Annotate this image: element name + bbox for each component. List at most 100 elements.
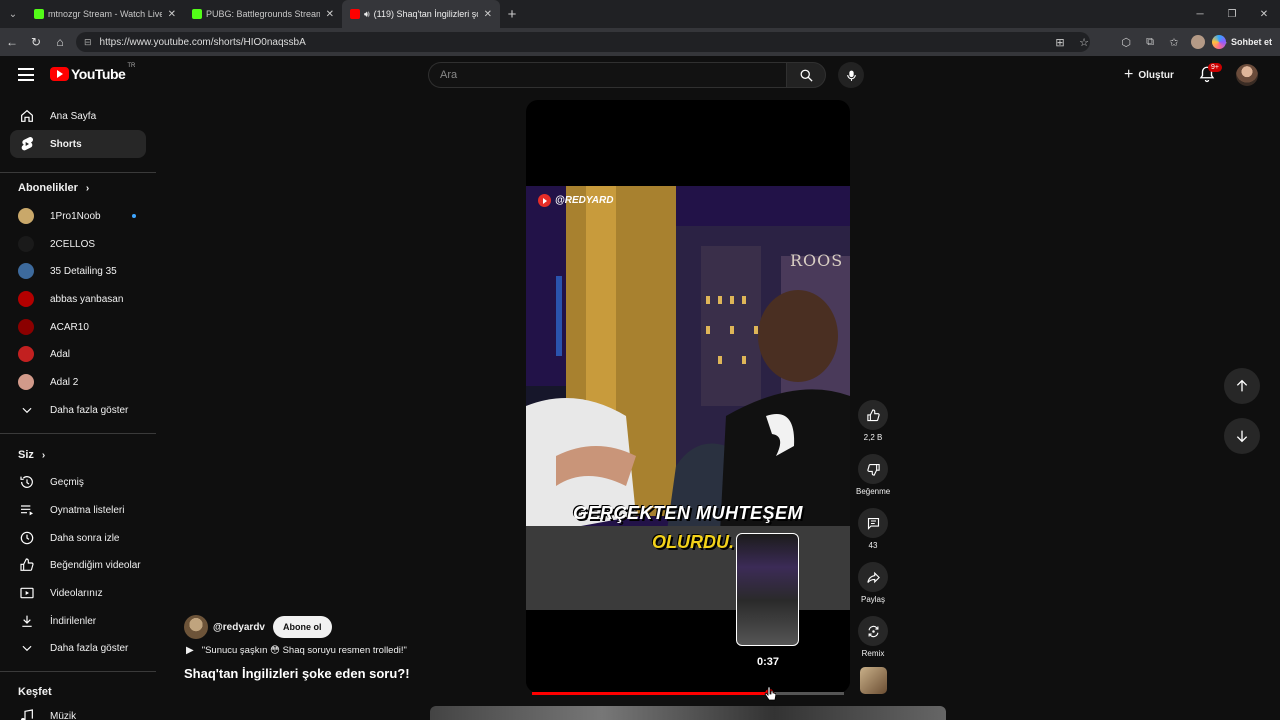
sidebar-channel-2cellos[interactable]: 2CELLOS — [10, 230, 146, 258]
dislike-label: Beğenme — [856, 487, 891, 496]
close-tab-icon[interactable]: ✕ — [326, 9, 334, 20]
audio-source-thumbnail[interactable] — [860, 667, 887, 694]
close-tab-icon[interactable]: ✕ — [168, 9, 176, 20]
new-tab-button[interactable]: + — [500, 6, 524, 23]
tab-list-icon[interactable]: ⌄ — [0, 0, 26, 28]
next-short-button[interactable] — [1224, 418, 1260, 454]
favorite-star-icon[interactable]: ☆ — [1072, 32, 1096, 52]
dislike-circle[interactable] — [858, 454, 888, 484]
sidebar-item-watch-later[interactable]: Daha sonra izle — [10, 524, 146, 552]
progress-bar[interactable] — [532, 689, 844, 698]
subscriptions-heading[interactable]: Abonelikler › — [18, 182, 89, 194]
search-input[interactable]: Ara — [428, 62, 786, 88]
home-browser-icon[interactable]: ⌂ — [48, 28, 72, 56]
sidebar-item-label: Shorts — [50, 138, 82, 150]
browser-tab-pubg[interactable]: PUBG: Battlegrounds Streaming ✕ — [184, 0, 342, 28]
channel-handle[interactable]: @redyardv — [213, 622, 265, 633]
url-text: https://www.youtube.com/shorts/HIO0naqss… — [99, 36, 306, 48]
previous-short-button[interactable] — [1224, 368, 1260, 404]
tab-title: (119) Shaq'tan İngilizleri şoke — [373, 9, 478, 19]
channel-avatar[interactable] — [184, 615, 208, 639]
audio-track-row[interactable]: ▶ "Sunucu şaşkın 😳 Shaq soruyu resmen tr… — [186, 645, 407, 656]
chevron-right-icon: › — [85, 182, 90, 194]
youtube-header: YouTube TR Ara + Oluştur 9+ — [0, 56, 1280, 96]
copilot-button[interactable]: Sohbet et — [1211, 32, 1272, 52]
account-avatar[interactable] — [1236, 64, 1258, 86]
back-icon[interactable]: ← — [0, 28, 24, 56]
sidebar-channel-adal[interactable]: Adal — [10, 340, 146, 368]
sidebar-item-liked-videos[interactable]: Beğendiğim videolar — [10, 551, 146, 579]
app-available-icon[interactable]: ⊞ — [1048, 32, 1072, 52]
video-letterbox — [526, 610, 850, 693]
share-circle[interactable] — [858, 562, 888, 592]
extensions-icon[interactable]: ⬡ — [1114, 36, 1138, 49]
dislike-button[interactable]: Beğenme — [856, 454, 890, 496]
share-button[interactable]: Paylaş — [856, 562, 890, 604]
shorts-player[interactable]: ROOS @REDYARD GERÇEKTEN MUHTEŞEM OLURDU.… — [526, 100, 850, 693]
you-heading[interactable]: Siz › — [18, 449, 45, 461]
search-placeholder: Ara — [440, 69, 458, 81]
voice-search-button[interactable] — [838, 62, 864, 88]
reload-icon[interactable]: ↻ — [24, 28, 48, 56]
hand-cursor-icon — [764, 686, 776, 701]
channel-avatar — [18, 236, 34, 252]
sidebar-channel-1pro1noob[interactable]: 1Pro1Noob — [10, 202, 146, 230]
sidebar-item-music[interactable]: Müzik — [10, 702, 146, 720]
restore-icon[interactable]: ❐ — [1216, 0, 1248, 28]
sidebar-item-shorts[interactable]: Shorts — [10, 130, 146, 158]
speaker-icon[interactable]: 🔊︎ — [364, 9, 370, 20]
divider — [0, 433, 156, 434]
browser-tab-youtube[interactable]: 🔊︎ (119) Shaq'tan İngilizleri şoke ✕ — [342, 0, 500, 28]
site-info-icon[interactable]: ⊟ — [84, 37, 92, 48]
heading-label: Siz — [18, 449, 34, 461]
browser-profile-avatar[interactable] — [1191, 35, 1205, 49]
close-window-icon[interactable]: ✕ — [1248, 0, 1280, 28]
subscribe-button[interactable]: Abone ol — [273, 616, 332, 638]
logo-wordmark: YouTube — [71, 66, 126, 82]
menu-icon[interactable] — [18, 68, 34, 81]
sidebar-item-your-videos[interactable]: Videolarınız — [10, 579, 146, 607]
channel-label: 2CELLOS — [50, 238, 96, 250]
home-icon — [18, 107, 36, 125]
sidebar-item-home[interactable]: Ana Sayfa — [10, 102, 146, 130]
sidebar-show-more-you[interactable]: Daha fazla göster — [10, 634, 146, 662]
split-screen-icon[interactable]: ⧉ — [1138, 36, 1162, 49]
like-button[interactable]: 2,2 B — [856, 400, 890, 442]
search-button[interactable] — [786, 62, 826, 88]
short-title[interactable]: Shaq'tan İngilizleri şoke eden soru?! — [184, 666, 410, 681]
sidebar-item-history[interactable]: Geçmiş — [10, 468, 146, 496]
shorts-icon — [18, 135, 36, 153]
remix-button[interactable]: Remix — [856, 616, 890, 658]
youtube-logo[interactable]: YouTube TR — [50, 63, 135, 82]
browser-tab-kick-stream[interactable]: mtnozgr Stream - Watch Live on K ✕ — [26, 0, 184, 28]
remix-circle[interactable] — [858, 616, 888, 646]
video-icon — [18, 584, 36, 602]
tab-title: PUBG: Battlegrounds Streaming — [206, 9, 320, 19]
divider — [0, 172, 156, 173]
sidebar-item-playlists[interactable]: Oynatma listeleri — [10, 496, 146, 524]
chevron-right-icon: › — [41, 449, 46, 461]
favorites-icon[interactable]: ✩ — [1162, 36, 1186, 49]
sidebar-channel-adal-2[interactable]: Adal 2 — [10, 368, 146, 396]
like-circle[interactable] — [858, 400, 888, 430]
minimize-icon[interactable]: ─ — [1184, 0, 1216, 28]
close-tab-icon[interactable]: ✕ — [484, 9, 492, 20]
comments-button[interactable]: 43 — [856, 508, 890, 550]
notifications-button[interactable]: 9+ — [1198, 63, 1222, 87]
sidebar-item-label: Ana Sayfa — [50, 110, 97, 122]
sidebar-show-more-subscriptions[interactable]: Daha fazla göster — [10, 396, 146, 424]
sidebar-item-downloads[interactable]: İndirilenler — [10, 607, 146, 635]
create-button[interactable]: + Oluştur — [1124, 64, 1174, 86]
next-short-preview[interactable] — [430, 706, 946, 720]
sidebar-channel-35-detailing[interactable]: 35 Detailing 35 — [10, 257, 146, 285]
address-field[interactable]: ⊟ https://www.youtube.com/shorts/HIO0naq… — [76, 32, 1090, 52]
arrow-down-icon — [1236, 430, 1248, 443]
channel-avatar — [18, 319, 34, 335]
sidebar-channel-acar10[interactable]: ACAR10 — [10, 313, 146, 341]
channel-label: ACAR10 — [50, 321, 89, 333]
remix-icon — [868, 625, 878, 637]
comments-circle[interactable] — [858, 508, 888, 538]
channel-avatar — [18, 346, 34, 362]
sidebar-channel-abbas-yanbasan[interactable]: abbas yanbasan — [10, 285, 146, 313]
progress-fill — [532, 692, 770, 695]
